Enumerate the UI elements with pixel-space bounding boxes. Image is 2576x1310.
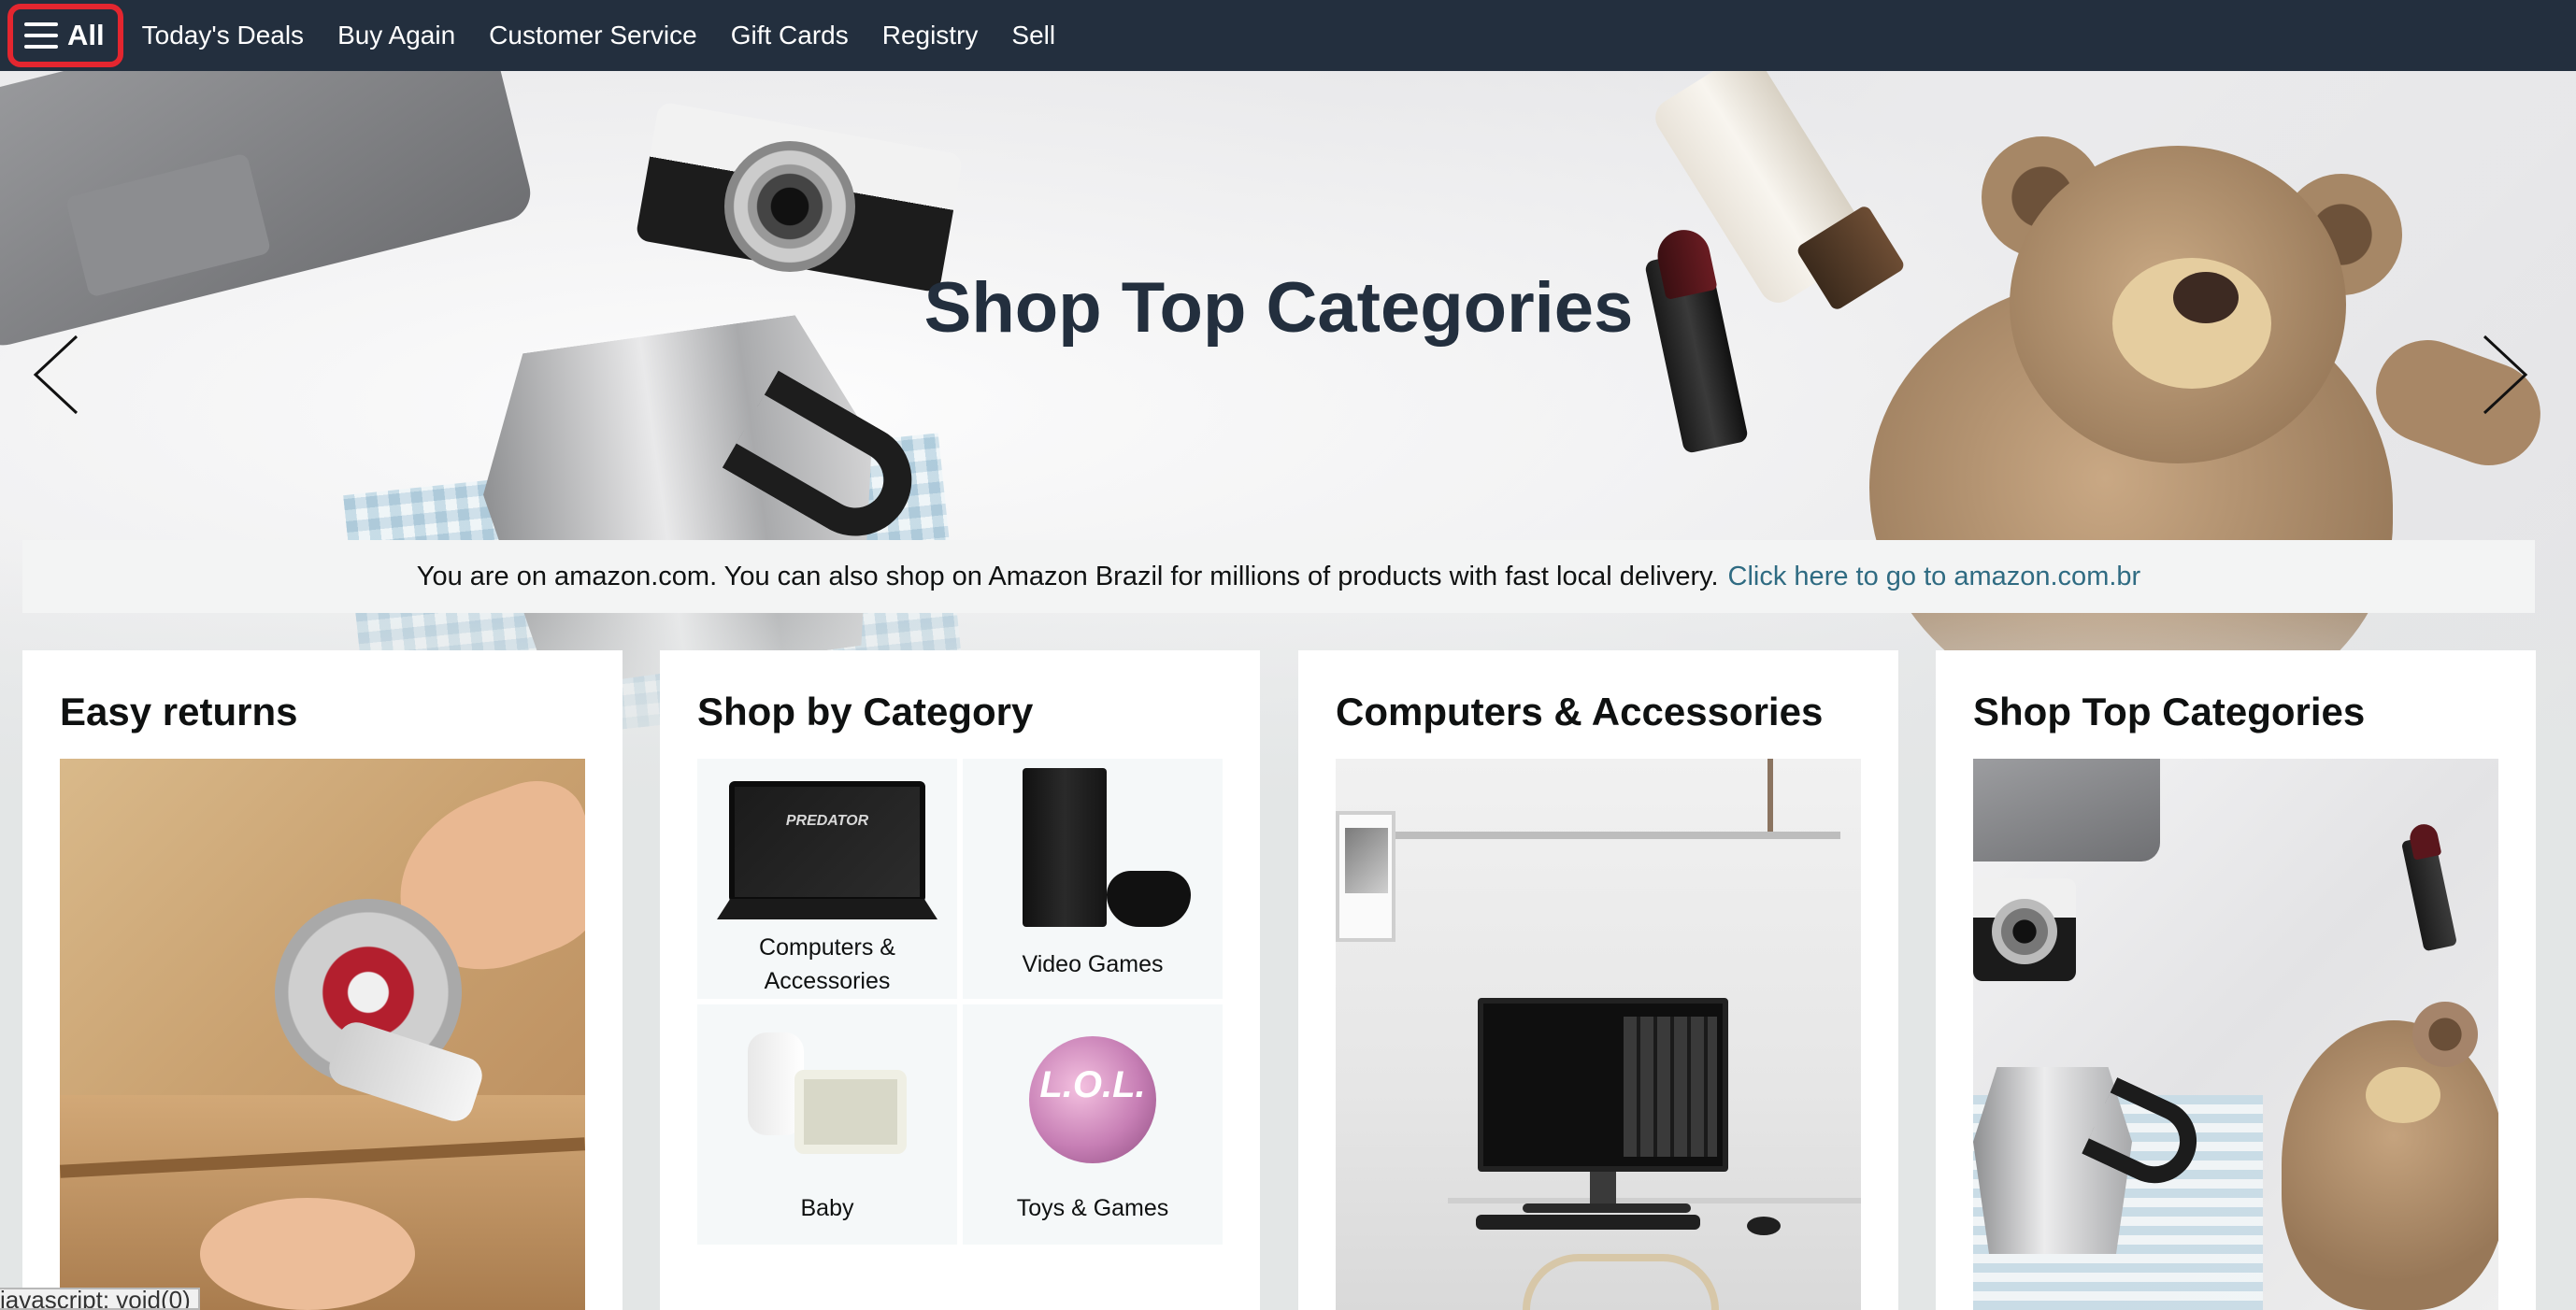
all-menu-label: All bbox=[67, 19, 105, 51]
category-grid: PREDATOR Computers & Accessories Video G… bbox=[697, 759, 1223, 1245]
category-label: Computers & Accessories bbox=[697, 931, 957, 998]
gaming-laptop-base bbox=[717, 899, 937, 919]
hamburger-menu-icon bbox=[24, 22, 58, 49]
card-title[interactable]: Shop Top Categories bbox=[1973, 690, 2365, 734]
category-label: Baby bbox=[800, 1195, 854, 1221]
card-easy-returns: Easy returns bbox=[22, 650, 623, 1310]
game-controller-image bbox=[1107, 871, 1191, 927]
pc-stand-foot bbox=[1523, 1203, 1691, 1213]
card-shop-by-category: Shop by Category PREDATOR Computers & Ac… bbox=[660, 650, 1260, 1310]
gaming-laptop-image bbox=[729, 781, 925, 903]
baby-monitor-screen bbox=[794, 1070, 907, 1154]
mouse-image bbox=[1747, 1217, 1781, 1235]
carousel-prev-button[interactable] bbox=[28, 333, 84, 417]
country-redirect-text: You are on amazon.com. You can also shop… bbox=[416, 561, 1719, 591]
hand-image bbox=[200, 1198, 415, 1310]
nav-link-gift-cards[interactable]: Gift Cards bbox=[731, 21, 849, 50]
hero-title: Shop Top Categories bbox=[923, 268, 1634, 348]
category-tile-video-games[interactable]: Video Games bbox=[963, 759, 1223, 999]
laptop-image bbox=[1973, 759, 2160, 861]
wall-shelf-rail bbox=[1392, 832, 1840, 839]
shop-top-categories-image[interactable] bbox=[1973, 759, 2498, 1310]
lipstick-tip bbox=[2407, 821, 2442, 861]
all-menu-button[interactable]: All bbox=[7, 4, 123, 67]
category-label-line: Accessories bbox=[764, 968, 891, 994]
card-shop-top-categories: Shop Top Categories bbox=[1936, 650, 2536, 1310]
card-title[interactable]: Easy returns bbox=[60, 690, 297, 734]
category-tile-toys-games[interactable]: L.O.L. Toys & Games bbox=[963, 1004, 1223, 1245]
top-nav-bar: All Today's Deals Buy Again Customer Ser… bbox=[0, 0, 2576, 71]
carousel-next-button[interactable] bbox=[2477, 333, 2533, 417]
category-tile-baby[interactable]: Baby bbox=[697, 1004, 957, 1245]
pc-screen-tiles bbox=[1624, 1017, 1717, 1157]
wall-pipe bbox=[1767, 759, 1773, 833]
card-title[interactable]: Computers & Accessories bbox=[1336, 690, 1823, 734]
laptop-brand-text: PREDATOR bbox=[785, 813, 869, 829]
category-tile-computers-accessories[interactable]: PREDATOR Computers & Accessories bbox=[697, 759, 957, 999]
baby-monitor-image bbox=[748, 1032, 907, 1154]
photo-frame-image bbox=[1336, 811, 1395, 942]
category-label: Toys & Games bbox=[1016, 1195, 1169, 1221]
nav-link-todays-deals[interactable]: Today's Deals bbox=[142, 21, 304, 50]
status-bar-url: javascript: void(0) bbox=[0, 1288, 200, 1310]
nav-link-registry[interactable]: Registry bbox=[882, 21, 979, 50]
chevron-left-icon bbox=[33, 335, 79, 415]
country-redirect-banner: You are on amazon.com. You can also shop… bbox=[22, 540, 2535, 613]
teddy-bear-snout bbox=[2366, 1067, 2440, 1123]
card-computers-accessories: Computers & Accessories bbox=[1298, 650, 1898, 1310]
photo-image bbox=[1345, 828, 1388, 893]
nav-link-sell[interactable]: Sell bbox=[1011, 21, 1055, 50]
chair-image bbox=[1523, 1254, 1719, 1310]
category-label-line: Computers & bbox=[759, 934, 895, 961]
easy-returns-image[interactable] bbox=[60, 759, 585, 1310]
category-label: Video Games bbox=[1022, 951, 1164, 977]
computers-accessories-image[interactable] bbox=[1336, 759, 1861, 1310]
hero-camera-lens bbox=[724, 141, 855, 272]
all-in-one-pc-image bbox=[1478, 998, 1728, 1172]
teddy-bear-ear bbox=[2412, 1002, 2478, 1067]
teddy-bear-image bbox=[2282, 1020, 2498, 1310]
chevron-right-icon bbox=[2483, 335, 2528, 415]
toy-brand-text: L.O.L. bbox=[1039, 1064, 1146, 1105]
keyboard-image bbox=[1476, 1215, 1700, 1230]
camera-lens bbox=[1992, 899, 2057, 964]
game-console-image bbox=[1023, 768, 1107, 927]
country-redirect-link[interactable]: Click here to go to amazon.com.br bbox=[1728, 562, 2141, 592]
nav-link-buy-again[interactable]: Buy Again bbox=[337, 21, 455, 50]
nav-link-customer-service[interactable]: Customer Service bbox=[489, 21, 697, 50]
card-title: Shop by Category bbox=[697, 690, 1034, 733]
